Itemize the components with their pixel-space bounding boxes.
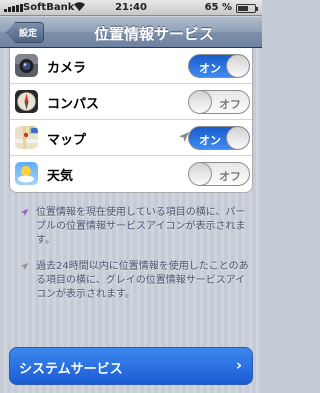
app-name: カメラ (47, 61, 87, 76)
maps-icon (15, 126, 38, 149)
compass-icon (15, 90, 38, 113)
chevron-right-icon: › (235, 356, 242, 374)
battery-icon (236, 4, 258, 13)
toggle-state: オン (199, 62, 221, 75)
camera-icon (15, 54, 38, 77)
location-toggle-camera[interactable]: オン (188, 54, 250, 78)
page-title: 位置情報サービス (93, 25, 214, 43)
status-bar: SoftBank 21:40 65 % (0, 0, 262, 16)
toggle-state: オフ (219, 98, 241, 111)
location-toggle-maps[interactable]: オン (188, 126, 250, 150)
weather-icon (15, 162, 38, 185)
app-name: 天気 (47, 169, 74, 184)
toggle-state: オン (199, 134, 221, 147)
gray-arrow-note: 過去24時間以内に位置情報を使用したことのある項目の横に、グレイの位置情報サービ… (20, 260, 252, 302)
toggle-knob (189, 91, 212, 113)
location-toggle-weather[interactable]: オフ (188, 162, 250, 186)
toggle-state: オフ (219, 170, 241, 183)
purple-arrow-note: 位置情報を現在使用している項目の横に、パープルの位置情報サービスアイコンが表示さ… (20, 206, 252, 248)
location-toggle-compass[interactable]: オフ (188, 90, 250, 114)
system-services-label: システムサービス (19, 362, 123, 377)
system-services-button[interactable]: システムサービス › (9, 347, 253, 385)
list-item-maps: マップ オン (10, 120, 252, 156)
app-list: カメラ オン コンパス オフ マップ オン 天気 オフ (9, 48, 253, 193)
note-text: 位置情報を現在使用している項目の横に、パープルの位置情報サービスアイコンが表示さ… (36, 207, 246, 246)
toggle-knob (226, 127, 249, 149)
note-text: 過去24時間以内に位置情報を使用したことのある項目の横に、グレイの位置情報サービ… (36, 261, 249, 300)
back-button[interactable]: 設定 (6, 22, 44, 43)
gray-location-arrow-icon (20, 262, 29, 271)
battery-percent: 65 % (204, 2, 232, 13)
app-name: コンパス (47, 97, 100, 112)
app-name: マップ (47, 133, 87, 148)
list-item-compass: コンパス オフ (10, 84, 252, 120)
purple-location-arrow-icon (20, 208, 29, 217)
toggle-knob (189, 163, 212, 185)
navigation-bar: 設定 位置情報サービス (0, 17, 262, 48)
list-item-camera: カメラ オン (10, 48, 252, 84)
list-item-weather: 天気 オフ (10, 156, 252, 192)
toggle-knob (226, 55, 249, 77)
